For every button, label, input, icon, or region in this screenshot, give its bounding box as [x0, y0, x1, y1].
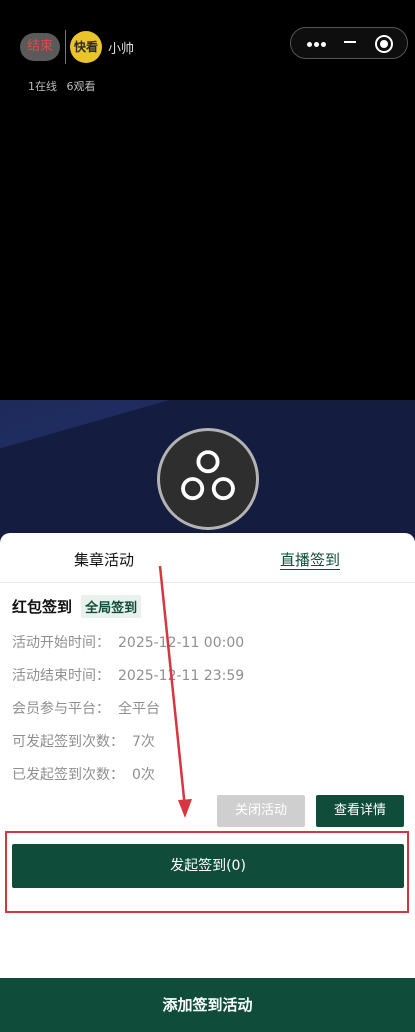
- live-video: [0, 400, 415, 545]
- activity-title-row: 红包签到 全局签到: [12, 595, 142, 618]
- host-avatar[interactable]: 快看: [70, 31, 102, 63]
- close-activity-button[interactable]: 关闭活动: [217, 795, 305, 827]
- host-name: 小帅: [108, 42, 135, 57]
- close-target-icon[interactable]: [375, 35, 393, 53]
- minimize-icon[interactable]: [344, 41, 356, 43]
- mini-program-capsule: [290, 27, 408, 59]
- live-stats: 1在线 6观看: [28, 78, 102, 94]
- checkin-panel: 集章活动 直播签到 红包签到 全局签到 活动开始时间： 2025-12-11 00…: [0, 533, 415, 1032]
- tab-stamp-activity[interactable]: 集章活动: [74, 549, 134, 570]
- start-checkin-button[interactable]: 发起签到(0): [12, 844, 404, 888]
- add-checkin-activity-button[interactable]: 添加签到活动: [0, 978, 415, 1032]
- end-live-button[interactable]: 结束: [20, 33, 60, 61]
- info-available-count: 可发起签到次数： 7次: [12, 734, 155, 750]
- info-platform: 会员参与平台： 全平台: [12, 701, 160, 717]
- more-icon[interactable]: [305, 38, 333, 50]
- live-header-area: 结束 快看 小帅 1在线 6观看: [0, 0, 415, 400]
- divider: [65, 30, 66, 64]
- tab-bar: 集章活动 直播签到: [0, 533, 415, 583]
- info-end-time: 活动结束时间： 2025-12-11 23:59: [12, 668, 245, 684]
- view-count: 6观看: [66, 80, 96, 93]
- activity-title: 红包签到: [12, 598, 73, 616]
- obs-logo-icon: [157, 428, 259, 530]
- scope-tag: 全局签到: [81, 595, 142, 618]
- info-started-count: 已发起签到次数： 0次: [12, 767, 155, 783]
- view-details-button[interactable]: 查看详情: [316, 795, 404, 827]
- info-start-time: 活动开始时间： 2025-12-11 00:00: [12, 635, 245, 651]
- tab-live-checkin[interactable]: 直播签到: [280, 549, 340, 570]
- online-count: 1在线: [28, 80, 57, 93]
